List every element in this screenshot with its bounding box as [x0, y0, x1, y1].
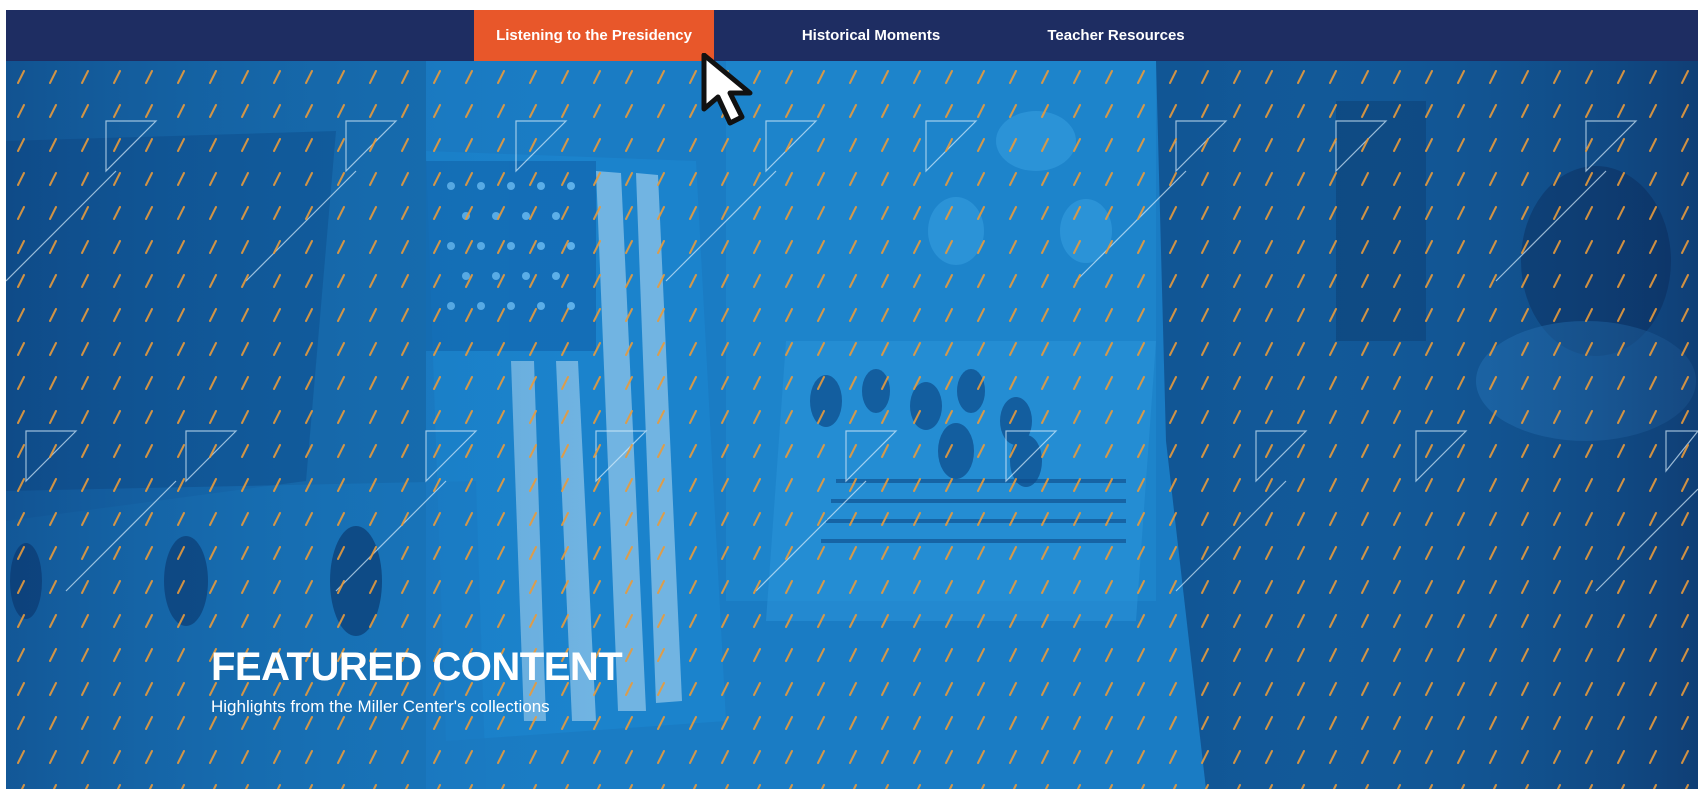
nav-item-historical-moments[interactable]: Historical Moments: [766, 10, 976, 61]
nav-item-label: Listening to the Presidency: [496, 27, 692, 44]
page-frame: Listening to the Presidency Historical M…: [6, 10, 1698, 789]
nav-item-label: Historical Moments: [801, 27, 941, 44]
arrow-pointer-icon: [700, 52, 772, 134]
nav-item-listening-to-the-presidency[interactable]: Listening to the Presidency: [474, 10, 714, 61]
nav-item-label: Teacher Resources: [1047, 27, 1185, 44]
featured-hero-banner: FEATURED CONTENT Highlights from the Mil…: [6, 61, 1698, 789]
main-navigation: Listening to the Presidency Historical M…: [6, 10, 1698, 61]
featured-content-title: FEATURED CONTENT: [211, 645, 623, 689]
featured-content-subtitle: Highlights from the Miller Center's coll…: [211, 697, 550, 716]
nav-item-teacher-resources[interactable]: Teacher Resources: [1016, 10, 1216, 61]
